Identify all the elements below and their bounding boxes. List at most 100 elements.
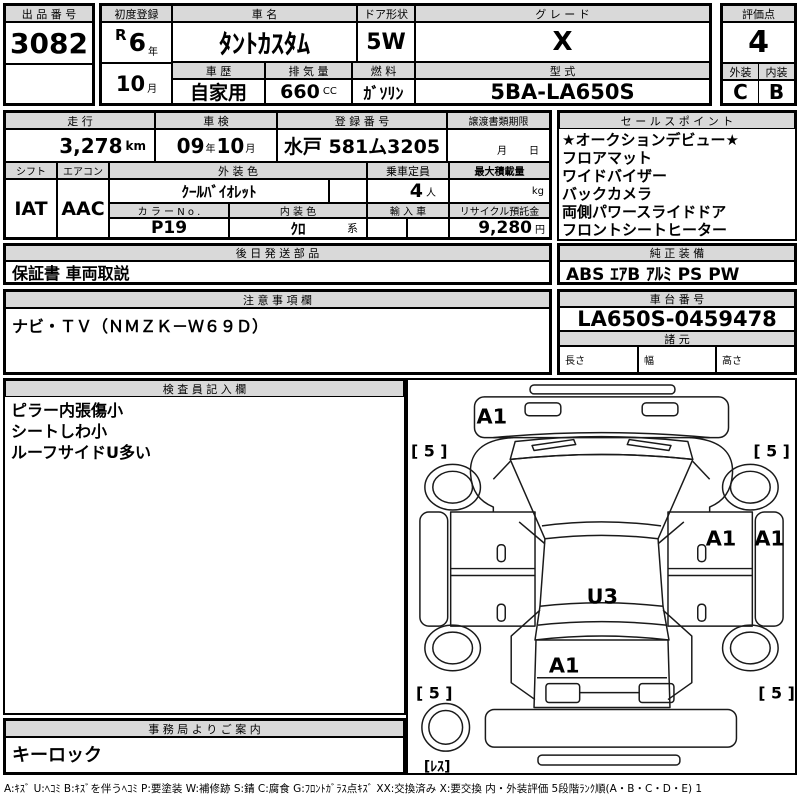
a-pillar-right [692,460,711,480]
car-name-label: 車 名 [172,5,357,22]
reg-no-value: 水戸 581ム3205 [277,129,447,162]
score-label: 評価点 [722,5,795,22]
tire-depth-front-left: [ 5 ] [411,441,448,460]
reg-month-unit: 月 [147,84,158,95]
notes-box: 注 意 事 項 欄 ナビ・ＴＶ（ＮＭＺＫ－Ｗ６９Ｄ） [3,289,552,375]
chassis-box: 車 台 番 号 LA650S-0459478 諸 元 長さ 幅 高さ [557,289,797,375]
shaken-label: 車 検 [155,112,277,129]
damage-label-rear: A1 [549,654,580,678]
first-reg-year-cell: R 6 年 [101,22,172,63]
sales-point-item: ★オークションデビュー★ [562,131,739,149]
reg-month-value: 10 [115,71,146,96]
equipment-label: 純 正 装 備 [559,245,795,261]
dash-line [541,521,662,527]
wheel-front-right-inner [729,470,771,504]
door-handle-left-front [496,544,506,563]
mileage-unit: km [125,138,146,153]
spare-tire-label: [ﾚｽ] [424,759,451,773]
tire-depth-rear-left: [ 5 ] [416,684,453,703]
inspector-line: シートしわ小 [11,422,108,441]
recycle-label: リサイクル預託金 [449,203,550,218]
ext-color-value: ｸｰﾙﾊﾞｲｵﾚｯﾄ [109,179,329,203]
chassis-label: 車 台 番 号 [559,291,795,307]
door-shape-label: ドア形状 [357,5,415,22]
tire-depth-front-right: [ 5 ] [753,441,790,460]
car-outline [419,384,784,766]
score-value: 4 [722,22,795,63]
windshield [509,453,694,540]
payload-label: 最大積載量 [449,162,550,179]
first-reg-label: 初度登録 [101,5,172,22]
interior-grade-value: B [758,80,795,104]
later-parts-value: 保証書 車両取説 [5,261,550,283]
wheel-rear-left-inner [432,631,474,665]
payload-unit: kg [531,185,544,197]
spare-tire-inner [428,709,464,745]
era-value: R [115,26,127,44]
notes-value: ナビ・ＴＶ（ＮＭＺＫ－Ｗ６９Ｄ） [5,308,550,373]
sales-point-item: 両側パワースライドドア [562,203,727,221]
displacement-unit: CC [322,86,337,97]
capacity-label: 乗車定員 [367,162,449,179]
a-pillar-left [492,460,511,480]
equipment-value: ABS ｴｱB ｱﾙﾐ PS PW [559,261,795,283]
displacement-value: 660 [280,80,320,103]
height-cell: 高さ [716,346,795,373]
sales-point-item: バックカメラ [562,185,653,203]
capacity-unit: 人 [426,187,436,199]
later-parts-box: 後 日 発 送 部 品 保証書 車両取説 [3,243,552,285]
first-reg-month-cell: 10 月 [101,63,172,104]
later-parts-label: 後 日 発 送 部 品 [5,245,550,261]
shift-label: シフト [5,162,57,179]
damage-label-door-right: A1 [706,527,737,551]
model-code-value: 5BA-LA650S [415,79,710,104]
door-handle-left-rear [496,603,506,622]
car-diagram-box: A1 [ 5 ] [ 5 ] A1 A1 U3 A1 [ 5 ] [ 5 ] [… [406,378,797,775]
import-empty-cell-2 [407,218,449,238]
shaken-year-unit: 年 [205,144,216,155]
auction-no-label: 出 品 番 号 [5,5,93,22]
interior-grade-label: 内装 [758,63,795,80]
office-box: 事 務 局 よ り ご 案 内 キーロック [3,718,406,775]
shaken-year: 09 [176,133,205,158]
history-value: 自家用 [172,79,265,104]
payload-cell: kg [449,179,550,203]
headlight-right [641,402,679,417]
specs-table: 走 行 車 検 登 録 番 号 譲渡書類期限 3,278 km 09 年 10 … [3,110,552,240]
rear-bumper [484,708,738,748]
shaken-month: 10 [216,133,245,158]
inspector-label: 検 査 員 記 入 欄 [5,380,404,397]
sales-point-item: フロアマット [562,149,653,167]
wiper-band [509,435,694,461]
width-cell: 幅 [638,346,716,373]
displacement-label: 排 気 量 [265,62,352,79]
top-table: 初度登録 車 名 ドア形状 グ レ ー ド R 6 年 ﾀﾝﾄｶｽﾀﾑ 5W X… [99,3,712,106]
mileage-cell: 3,278 km [5,129,155,162]
transfer-doc-label: 譲渡書類期限 [447,112,550,129]
int-color-label: 内 装 色 [229,203,367,218]
door-handle-right-rear [697,603,707,622]
wheel-front-left-inner [432,470,474,504]
recycle-cell: 9,280 円 [449,218,550,238]
auction-sheet: 出 品 番 号 3082 初度登録 車 名 ドア形状 グ レ ー ド R 6 年… [0,0,800,800]
aircon-value: AAC [57,179,109,238]
auction-no-value: 3082 [5,22,93,64]
fuel-label: 燃 料 [352,62,415,79]
office-value: キーロック [5,737,404,773]
sales-points-label: セ ー ル ス ポ イ ン ト [559,112,795,129]
recycle-unit: 円 [535,224,545,236]
notes-label: 注 意 事 項 欄 [5,291,550,308]
legend-text: A:ｷｽﾞ U:ﾍｺﾐ B:ｷｽﾞを伴うﾍｺﾐ P:要塗装 W:補修跡 S:錆 … [4,783,703,795]
displacement-cell: 660 CC [265,79,352,104]
sales-points-list: ★オークションデビュー★ フロアマット ワイドバイザー バックカメラ 両側パワー… [562,131,792,239]
door-shape-value: 5W [357,22,415,62]
color-no-value: P19 [109,218,229,238]
inspector-box: 検 査 員 記 入 欄 ピラー内張傷小 シートしわ小 ルーフサイドU多い [3,378,406,715]
exterior-grade-value: C [722,80,759,104]
rating-box: 評価点 4 外装 内装 C B [720,3,797,106]
spec-dims-label: 諸 元 [559,331,795,346]
reg-year-unit: 年 [147,47,158,58]
damage-label-hood: A1 [476,405,507,429]
sales-points-box: セ ー ル ス ポ イ ン ト ★オークションデビュー★ フロアマット ワイドバ… [557,110,797,241]
shift-value: IAT [5,179,57,238]
